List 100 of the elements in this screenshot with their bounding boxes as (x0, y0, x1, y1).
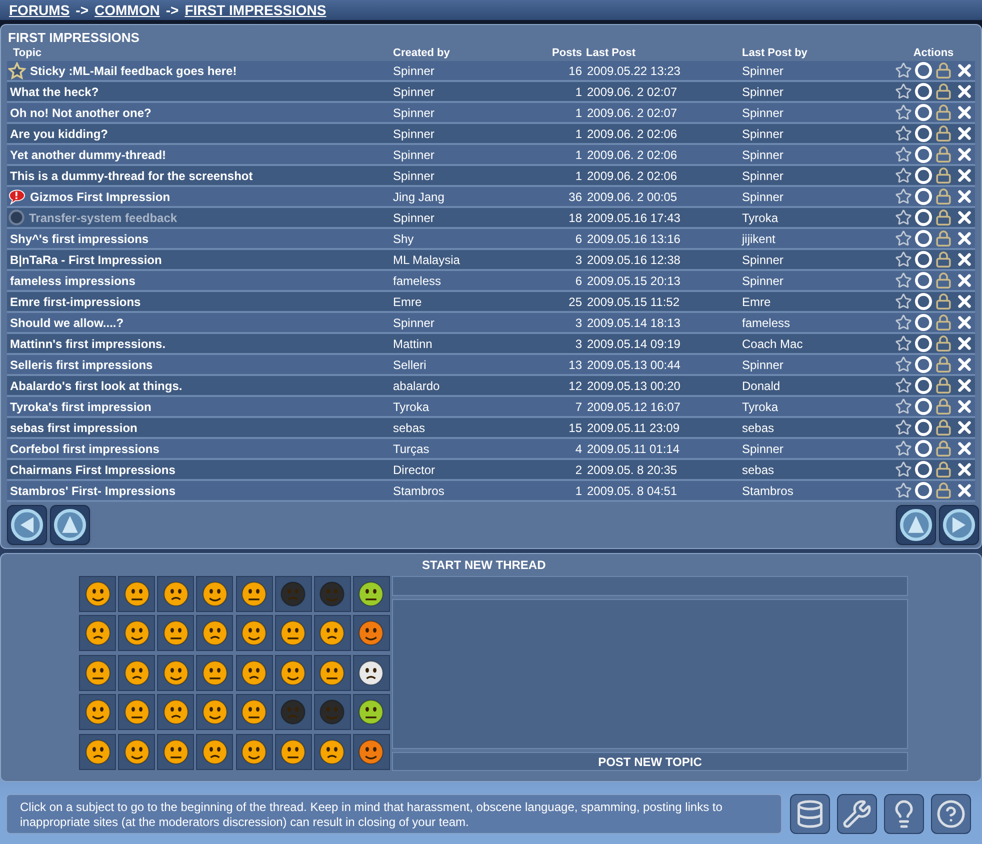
lock-icon[interactable] (935, 314, 952, 331)
thread-row[interactable]: Are you kidding? Spinner 1 2009.06. 2 02:06 Spinner (7, 124, 975, 145)
ring-icon[interactable] (915, 167, 932, 184)
close-icon[interactable] (955, 187, 974, 206)
sticky-star-icon[interactable] (895, 188, 912, 205)
close-icon[interactable] (955, 292, 974, 311)
topic-title[interactable]: Sticky :ML-Mail feedback goes here! (30, 62, 237, 80)
thread-row[interactable]: This is a dummy-thread for the screenshot Spinner 1 2009.06. 2 02:06 Spinner (7, 166, 975, 187)
thread-row[interactable]: Gizmos First Impression Jing Jang 36 2009.06. 2 00:05 Spinner (7, 187, 975, 208)
ring-icon[interactable] (915, 440, 932, 457)
lock-icon[interactable] (935, 146, 952, 163)
ring-icon[interactable] (915, 188, 932, 205)
sticky-star-icon[interactable] (895, 440, 912, 457)
ring-icon[interactable] (915, 335, 932, 352)
ring-icon[interactable] (915, 62, 932, 79)
post-new-topic-button[interactable]: POST NEW TOPIC (392, 752, 908, 771)
sticky-star-icon[interactable] (895, 62, 912, 79)
lock-icon[interactable] (935, 209, 952, 226)
lock-icon[interactable] (935, 482, 952, 499)
lock-icon[interactable] (935, 272, 952, 289)
close-icon[interactable] (955, 334, 974, 353)
close-icon[interactable] (955, 250, 974, 269)
tips-button[interactable] (884, 794, 924, 834)
topic-title[interactable]: Abalardo's first look at things. (8, 376, 182, 394)
smiley-button[interactable] (352, 694, 390, 730)
ring-icon[interactable] (915, 293, 932, 310)
close-icon[interactable] (955, 166, 974, 185)
ring-icon[interactable] (915, 251, 932, 268)
sticky-star-icon[interactable] (895, 335, 912, 352)
thread-row[interactable]: Emre first-impressions Emre 25 2009.05.15 11:52 Emre (7, 292, 975, 313)
thread-row[interactable]: sebas first impression sebas 15 2009.05.11 23:09 sebas (7, 418, 975, 439)
close-icon[interactable] (955, 61, 974, 80)
smiley-button[interactable] (118, 615, 156, 652)
coins-button[interactable] (790, 794, 830, 834)
topic-title[interactable]: sebas first impression (8, 418, 138, 436)
lock-icon[interactable] (935, 188, 952, 205)
sticky-star-icon[interactable] (895, 83, 912, 100)
thread-row[interactable]: Selleris first impressions Selleri 13 2009.05.13 00:44 Spinner (7, 355, 975, 376)
thread-row[interactable]: Transfer-system feedback Spinner 18 2009.05.16 17:43 Tyroka (7, 208, 975, 229)
sticky-star-icon[interactable] (895, 104, 912, 121)
lock-icon[interactable] (935, 62, 952, 79)
smiley-button[interactable] (314, 734, 351, 770)
ring-icon[interactable] (915, 377, 932, 394)
ring-icon[interactable] (915, 314, 932, 331)
sticky-star-icon[interactable] (895, 272, 912, 289)
smiley-button[interactable] (352, 615, 390, 652)
smiley-button[interactable] (314, 615, 351, 652)
sticky-star-icon[interactable] (895, 314, 912, 331)
sticky-star-icon[interactable] (895, 209, 912, 226)
sticky-star-icon[interactable] (895, 146, 912, 163)
smiley-button[interactable] (196, 734, 234, 770)
smiley-button[interactable] (236, 654, 272, 691)
topic-title[interactable]: Selleris first impressions (8, 356, 153, 374)
sticky-star-icon[interactable] (895, 356, 912, 373)
close-icon[interactable] (955, 481, 974, 500)
topic-title[interactable]: Emre first-impressions (8, 292, 141, 310)
smiley-button[interactable] (236, 734, 272, 770)
sticky-star-icon[interactable] (895, 461, 912, 478)
topic-title[interactable]: Tyroka's first impression (8, 398, 152, 416)
lock-icon[interactable] (935, 377, 952, 394)
topic-title[interactable]: Corfebol first impressions (8, 440, 160, 458)
ring-icon[interactable] (915, 398, 932, 415)
thread-row[interactable]: B|nTaRa - First Impression ML Malaysia 3 2009.05.16 12:38 Spinner (7, 250, 975, 271)
smiley-button[interactable] (79, 576, 116, 612)
lock-icon[interactable] (935, 398, 952, 415)
close-icon[interactable] (955, 271, 974, 290)
next-page-button[interactable] (939, 505, 979, 545)
topic-title[interactable]: This is a dummy-thread for the screenshot (8, 166, 253, 184)
smiley-button[interactable] (352, 576, 390, 612)
lock-icon[interactable] (935, 461, 952, 478)
message-field[interactable] (392, 599, 908, 749)
top-button[interactable] (896, 505, 936, 545)
smiley-button[interactable] (196, 615, 234, 652)
ring-icon[interactable] (915, 461, 932, 478)
thread-row[interactable]: Oh no! Not another one? Spinner 1 2009.06. 2 02:07 Spinner (7, 103, 975, 124)
thread-row[interactable]: What the heck? Spinner 1 2009.06. 2 02:07 Spinner (7, 82, 975, 103)
smiley-button[interactable] (274, 654, 312, 691)
lock-icon[interactable] (935, 440, 952, 457)
close-icon[interactable] (955, 355, 974, 374)
ring-icon[interactable] (915, 83, 932, 100)
close-icon[interactable] (955, 313, 974, 332)
sticky-star-icon[interactable] (895, 419, 912, 436)
subject-field[interactable] (392, 576, 908, 596)
thread-row[interactable]: Chairmans First Impressions Director 2 2009.05. 8 20:35 sebas (7, 460, 975, 481)
topic-title[interactable]: Are you kidding? (8, 124, 108, 142)
ring-icon[interactable] (915, 230, 932, 247)
sticky-star-icon[interactable] (895, 293, 912, 310)
smiley-button[interactable] (157, 694, 194, 730)
close-icon[interactable] (955, 397, 974, 416)
topic-title[interactable]: fameless impressions (8, 272, 136, 290)
smiley-button[interactable] (236, 615, 272, 652)
close-icon[interactable] (955, 103, 974, 122)
smiley-button[interactable] (118, 694, 156, 730)
topic-title[interactable]: Transfer-system feedback (29, 208, 178, 226)
smiley-button[interactable] (157, 615, 194, 652)
ring-icon[interactable] (915, 482, 932, 499)
topic-title[interactable]: Stambros' First- Impressions (8, 482, 176, 500)
smiley-button[interactable] (157, 734, 194, 770)
thread-row[interactable]: Yet another dummy-thread! Spinner 1 2009.06. 2 02:06 Spinner (7, 145, 975, 166)
ring-icon[interactable] (915, 146, 932, 163)
